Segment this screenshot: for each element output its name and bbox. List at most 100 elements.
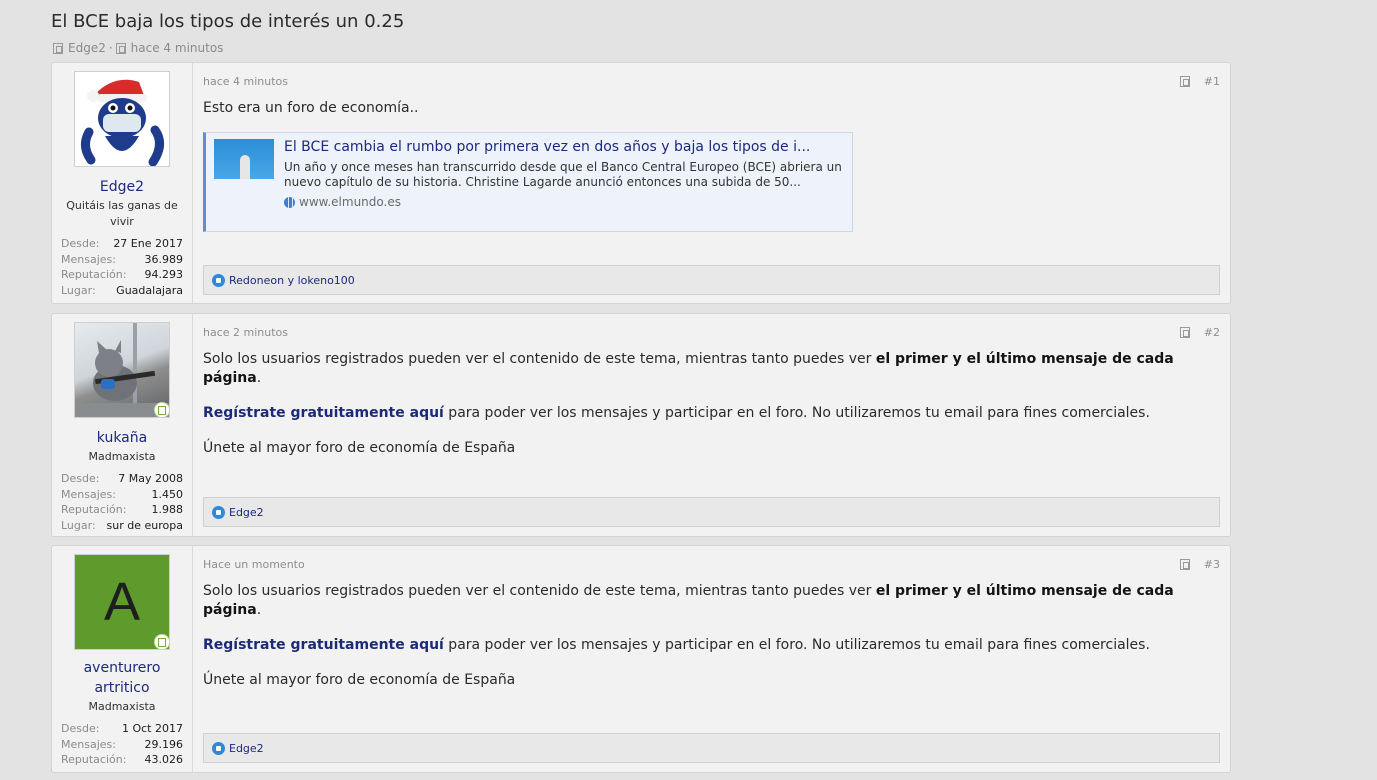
preview-title[interactable]: El BCE cambia el rumbo por primera vez e… <box>284 139 844 156</box>
clock-icon <box>115 42 126 54</box>
username[interactable]: aventurero artritico <box>61 658 183 698</box>
user-info: kukaña Madmaxista Desde: 7 May 2008 Mensa… <box>52 314 193 536</box>
post-1: Edge2 Quitáis las ganas de vivir Desde: 2… <box>51 62 1231 304</box>
stat-value: 7 May 2008 <box>118 472 183 485</box>
post-text: Esto era un foro de economía.. <box>203 100 419 116</box>
stat-label: Mensajes: <box>61 252 116 266</box>
share-icon[interactable] <box>1179 75 1190 87</box>
stat-row: Mensajes: 36.989 <box>61 252 183 268</box>
preview-thumbnail <box>214 139 274 179</box>
online-status-icon <box>154 402 169 417</box>
link-preview[interactable]: El BCE cambia el rumbo por primera vez e… <box>203 132 853 232</box>
likes-users[interactable]: Edge2 <box>229 742 264 755</box>
stat-value: 29.196 <box>144 737 184 751</box>
like-icon <box>212 273 225 287</box>
post-time[interactable]: hace 4 minutos <box>203 75 288 88</box>
post-content: hace 2 minutos #2 Solo los usuarios regi… <box>193 314 1230 536</box>
stat-label: Mensajes: <box>61 487 116 501</box>
stat-row: Lugar: sur de europa <box>61 518 183 534</box>
thread-meta: Edge2 · hace 4 minutos <box>53 41 223 55</box>
register-text: para poder ver los mensajes y participar… <box>443 405 1150 421</box>
avatar[interactable]: A <box>74 554 170 650</box>
stat-value: 27 Ene 2017 <box>113 237 183 250</box>
stat-label: Lugar: <box>61 519 96 533</box>
stat-value: 1.988 <box>151 503 184 517</box>
thread-author[interactable]: Edge2 <box>68 41 106 55</box>
user-info: A aventurero artritico Madmaxista Desde:… <box>52 546 193 772</box>
stat-row: Reputación: 43.026 <box>61 752 183 768</box>
likes-users[interactable]: Edge2 <box>229 506 264 519</box>
username[interactable]: Edge2 <box>61 177 183 197</box>
post-body: Esto era un foro de economía.. El BCE ca… <box>203 99 1220 232</box>
restricted-notice: Solo los usuarios registrados pueden ver… <box>203 582 1220 620</box>
join-line: Únete al mayor foro de economía de Españ… <box>203 672 516 688</box>
online-status-icon <box>154 634 170 650</box>
stat-label: Desde: <box>61 237 100 250</box>
notice-text: Solo los usuarios registrados pueden ver… <box>203 583 876 599</box>
stat-row: Mensajes: 1.450 <box>61 487 183 503</box>
user-title: Madmaxista <box>88 700 156 713</box>
post-content: Hace un momento #3 Solo los usuarios reg… <box>193 546 1230 772</box>
share-icon[interactable] <box>1179 558 1190 570</box>
stat-label: Reputación: <box>61 503 127 517</box>
post-header: Hace un momento #3 <box>203 546 1220 582</box>
stat-row: Mensajes: 29.196 <box>61 737 183 753</box>
post-time[interactable]: Hace un momento <box>203 558 305 571</box>
post-header: hace 4 minutos #1 <box>203 63 1220 99</box>
preview-description: Un año y once meses han transcurrido des… <box>284 160 842 189</box>
thread-title: El BCE baja los tipos de interés un 0.25 <box>51 11 405 32</box>
post-header: hace 2 minutos #2 <box>203 314 1220 350</box>
register-line: Regístrate gratuitamente aquí para poder… <box>203 636 1220 655</box>
stat-row: Reputación: 94.293 <box>61 267 183 283</box>
post-3: A aventurero artritico Madmaxista Desde:… <box>51 545 1231 773</box>
post-2: kukaña Madmaxista Desde: 7 May 2008 Mensa… <box>51 313 1231 537</box>
user-info: Edge2 Quitáis las ganas de vivir Desde: 2… <box>52 63 193 303</box>
avatar-letter: A <box>103 572 141 632</box>
post-body: Solo los usuarios registrados pueden ver… <box>203 350 1220 458</box>
notice-text: Solo los usuarios registrados pueden ver… <box>203 351 876 367</box>
stat-label: Reputación: <box>61 268 127 282</box>
stat-row: Lugar: Guadalajara <box>61 283 183 299</box>
stat-row: Desde: 27 Ene 2017 <box>61 236 183 252</box>
thread-time[interactable]: hace 4 minutos <box>131 41 224 55</box>
notice-end: . <box>256 602 262 618</box>
stat-value: 94.293 <box>144 268 184 282</box>
post-number[interactable]: #3 <box>1204 558 1220 571</box>
share-icon[interactable] <box>1179 326 1190 338</box>
post-time[interactable]: hace 2 minutos <box>203 326 288 339</box>
preview-site: www.elmundo.es <box>284 193 849 212</box>
stat-label: Reputación: <box>61 753 127 767</box>
likes-users[interactable]: Redoneon y lokeno100 <box>229 274 355 287</box>
like-icon <box>212 505 225 519</box>
post-body: Solo los usuarios registrados pueden ver… <box>203 582 1220 690</box>
restricted-notice: Solo los usuarios registrados pueden ver… <box>203 350 1220 388</box>
username[interactable]: kukaña <box>61 428 183 448</box>
post-number[interactable]: #2 <box>1204 326 1220 339</box>
register-link[interactable]: Regístrate gratuitamente aquí <box>203 405 444 421</box>
meta-separator: · <box>108 41 113 55</box>
register-line: Regístrate gratuitamente aquí para poder… <box>203 404 1220 423</box>
stat-value: sur de europa <box>106 519 183 533</box>
stat-value: 1.450 <box>151 487 184 501</box>
register-link[interactable]: Regístrate gratuitamente aquí <box>203 637 444 653</box>
stat-value: 36.989 <box>144 252 184 266</box>
avatar[interactable] <box>74 322 170 418</box>
join-line: Únete al mayor foro de economía de Españ… <box>203 440 516 456</box>
user-stats: Desde: 7 May 2008 Mensajes: 1.450 Reputaci… <box>61 471 183 534</box>
notice-end: . <box>256 370 262 386</box>
santa-avatar-image <box>81 79 164 166</box>
likes-bar: Edge2 <box>203 497 1220 527</box>
stat-label: Desde: <box>61 722 100 735</box>
stat-label: Mensajes: <box>61 737 116 751</box>
stat-value: 1 Oct 2017 <box>121 722 183 735</box>
preview-site-url: www.elmundo.es <box>299 195 401 209</box>
post-number[interactable]: #1 <box>1204 75 1220 88</box>
cat-avatar-image <box>75 323 169 417</box>
user-title: Madmaxista <box>88 450 156 463</box>
user-icon <box>53 42 63 54</box>
avatar[interactable] <box>74 71 170 167</box>
likes-bar: Edge2 <box>203 733 1220 763</box>
register-text: para poder ver los mensajes y participar… <box>443 637 1150 653</box>
post-content: hace 4 minutos #1 Esto era un foro de ec… <box>193 63 1230 303</box>
likes-bar: Redoneon y lokeno100 <box>203 265 1220 295</box>
